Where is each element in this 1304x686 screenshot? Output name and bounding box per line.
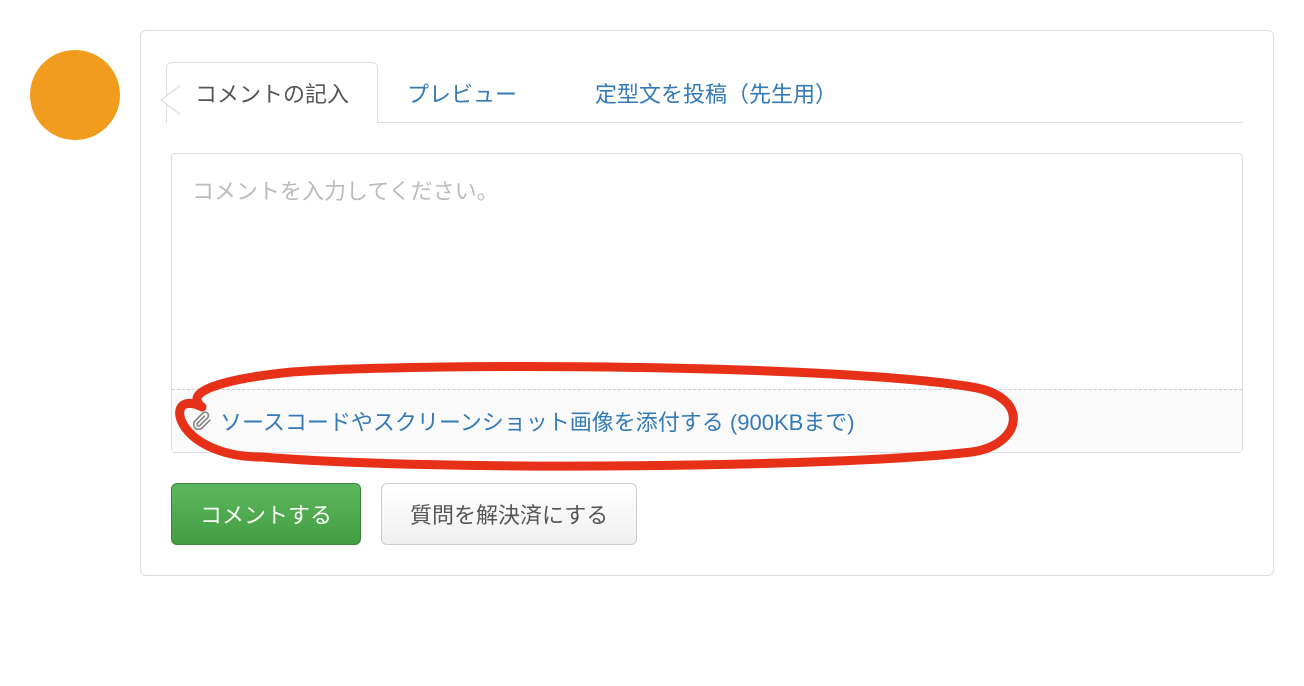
textarea-wrapper: ソースコードやスクリーンショット画像を添付する (900KBまで): [171, 153, 1243, 453]
tab-template[interactable]: 定型文を投稿（先生用）: [566, 62, 866, 123]
tab-write[interactable]: コメントの記入: [166, 62, 378, 123]
attach-file-label: ソースコードやスクリーンショット画像を添付する (900KBまで): [220, 405, 855, 437]
speech-bubble-arrow: [160, 85, 180, 115]
tabs: コメントの記入 プレビュー 定型文を投稿（先生用）: [166, 61, 1243, 123]
attach-file-link[interactable]: ソースコードやスクリーンショット画像を添付する (900KBまで): [192, 405, 855, 437]
comment-form-container: コメントの記入 プレビュー 定型文を投稿（先生用） ソースコードやスクリーンショ…: [30, 30, 1274, 576]
button-row: コメントする 質問を解決済にする: [171, 483, 1243, 545]
comment-textarea[interactable]: [172, 154, 1242, 384]
comment-box: コメントの記入 プレビュー 定型文を投稿（先生用） ソースコードやスクリーンショ…: [140, 30, 1274, 576]
submit-comment-button[interactable]: コメントする: [171, 483, 361, 545]
avatar: [30, 50, 120, 140]
paperclip-icon: [192, 410, 212, 432]
resolve-question-button[interactable]: 質問を解決済にする: [381, 483, 637, 545]
tab-preview[interactable]: プレビュー: [378, 62, 546, 123]
attach-row: ソースコードやスクリーンショット画像を添付する (900KBまで): [172, 389, 1242, 452]
